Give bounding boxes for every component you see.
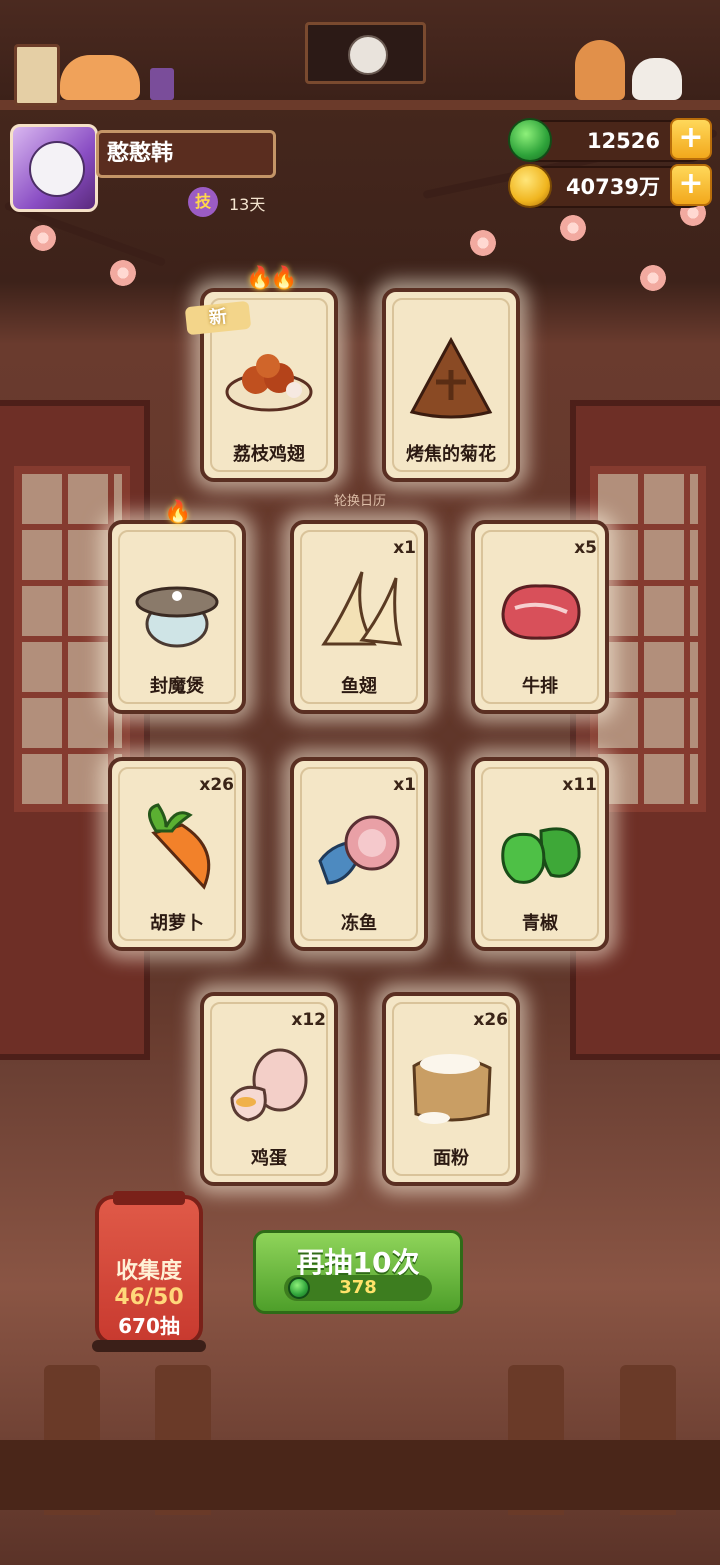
card-name: 鸡蛋 xyxy=(251,1148,287,1169)
lychee-wings-icon xyxy=(225,354,313,412)
cat-decoration xyxy=(60,55,140,100)
card-flour[interactable]: x26 面粉 xyxy=(382,992,520,1186)
blossom-icon xyxy=(110,260,136,286)
card-green-pepper[interactable]: x11 青椒 xyxy=(471,757,609,951)
carrot-icon xyxy=(148,803,211,890)
card-count: x26 xyxy=(199,775,234,795)
flour-sack-icon xyxy=(412,1054,492,1124)
shelf xyxy=(0,100,720,110)
jade-icon xyxy=(508,118,552,162)
card-egg[interactable]: x12 鸡蛋 xyxy=(200,992,338,1186)
draw-cost: 378 xyxy=(284,1275,432,1301)
card-count: x5 xyxy=(574,538,597,558)
coin-icon xyxy=(508,164,552,208)
blossom-icon xyxy=(470,230,496,256)
player-avatar[interactable] xyxy=(10,124,98,212)
paw-frame-decoration xyxy=(14,44,60,106)
collection-title: 收集度 xyxy=(115,1259,182,1284)
jade-value: 12526 xyxy=(586,129,660,153)
card-name: 青椒 xyxy=(522,913,558,934)
white-cat-decoration xyxy=(632,58,682,100)
coin-currency: 40739万 + xyxy=(508,164,712,208)
coin-value: 40739万 xyxy=(565,175,660,199)
chef-decoration xyxy=(575,40,625,100)
card-name: 荔枝鸡翅 xyxy=(233,444,305,465)
egg-icon xyxy=(230,1048,308,1122)
sealed-pot-icon xyxy=(135,586,219,648)
card-count: x1 xyxy=(393,538,416,558)
card-count: x12 xyxy=(291,1010,326,1030)
collection-progress: 46/50 xyxy=(114,1285,184,1310)
card-carrot[interactable]: x26 胡萝卜 xyxy=(108,757,246,951)
card-frozen-fish[interactable]: x1 冻鱼 xyxy=(290,757,428,951)
green-pepper-icon xyxy=(501,827,581,884)
card-steak[interactable]: x5 牛排 xyxy=(471,520,609,714)
card-shark-fin[interactable]: x1 鱼翅 xyxy=(290,520,428,714)
lantern-stand xyxy=(92,1340,206,1352)
card-name: 胡萝卜 xyxy=(150,913,204,934)
add-coins-button[interactable]: + xyxy=(670,164,712,206)
blossom-icon xyxy=(640,265,666,291)
hanging-scroll-decoration xyxy=(305,22,426,84)
jade-currency: 12526 + xyxy=(508,118,712,162)
card-burnt-chrysanthemum[interactable]: 烤焦的菊花 xyxy=(382,288,520,482)
flame-icon: 🔥 xyxy=(164,500,192,525)
blossom-icon xyxy=(560,215,586,241)
card-count: x26 xyxy=(473,1010,508,1030)
card-lychee-wings[interactable]: 新 荔枝鸡翅 xyxy=(184,288,338,482)
player-name: 憨憨韩 xyxy=(96,130,276,178)
add-jade-button[interactable]: + xyxy=(670,118,712,160)
card-name: 牛排 xyxy=(522,676,558,697)
skill-badge-icon[interactable]: 技 xyxy=(188,187,218,217)
fence-rail xyxy=(0,1440,720,1510)
card-name: 面粉 xyxy=(433,1148,469,1169)
rotation-calendar-label[interactable]: 轮换日历 xyxy=(0,490,720,509)
shark-fin-icon xyxy=(321,571,403,646)
draw-cost-value: 378 xyxy=(339,1277,377,1298)
cup-decoration xyxy=(150,68,174,100)
card-name: 鱼翅 xyxy=(341,676,377,697)
burnt-chrysanthemum-icon xyxy=(409,336,493,419)
card-name: 烤焦的菊花 xyxy=(406,444,496,465)
skill-days: 13天 xyxy=(229,195,266,214)
card-count: x11 xyxy=(562,775,597,795)
steak-icon xyxy=(501,584,581,640)
card-sealed-pot[interactable]: 封魔煲 xyxy=(108,520,246,714)
card-name: 冻鱼 xyxy=(341,913,377,934)
frozen-fish-icon xyxy=(318,815,400,885)
card-count: x1 xyxy=(393,775,416,795)
flame-icon: 🔥 xyxy=(270,266,298,291)
blossom-icon xyxy=(30,225,56,251)
card-name: 封魔煲 xyxy=(150,676,204,697)
collection-draw-count: 670抽 xyxy=(118,1314,180,1338)
collection-lantern[interactable]: 收集度 46/50 670抽 xyxy=(95,1191,203,1345)
draw-10-again-button[interactable]: 再抽10次 378 xyxy=(253,1230,463,1314)
